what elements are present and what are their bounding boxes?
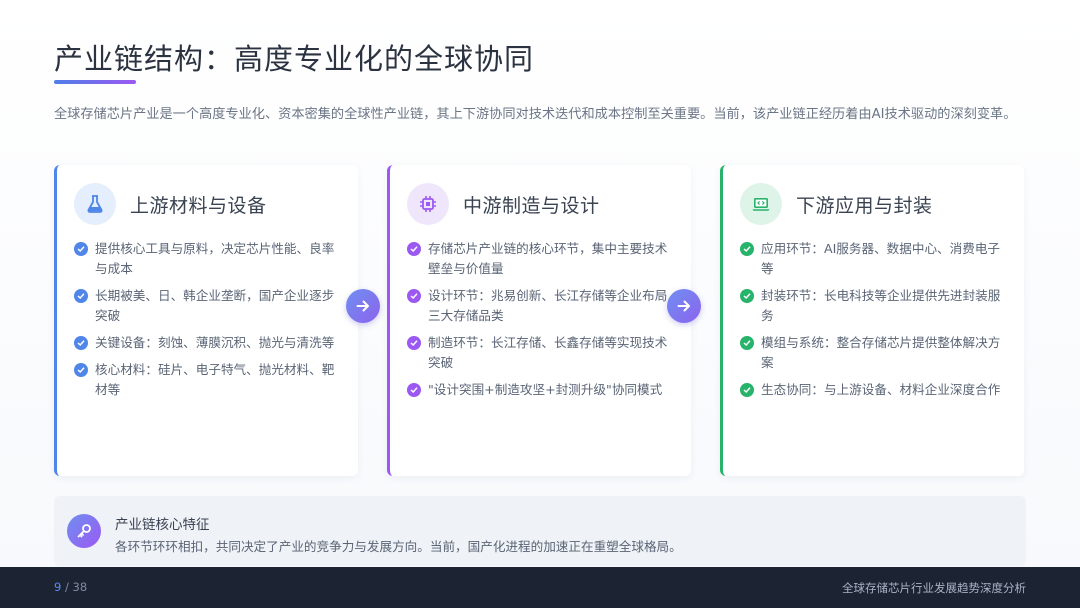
feature-description: 各环节环环相扣，共同决定了产业的竞争力与发展方向。当前，国产化进程的加速正在重塑… xyxy=(115,539,682,554)
page-total: / 38 xyxy=(64,580,88,594)
feature-title: 产业链核心特征 xyxy=(115,517,210,533)
page-current: 9 xyxy=(54,580,62,594)
card-header: 下游应用与封装 xyxy=(740,183,933,225)
list-item-text: 封装环节：长电科技等企业提供先进封装服务 xyxy=(761,288,1001,323)
title-underline xyxy=(54,80,136,84)
list-item: 封装环节：长电科技等企业提供先进封装服务 xyxy=(740,286,1012,326)
page-indicator: 9 / 38 xyxy=(54,580,87,594)
page-title: 产业链结构：高度专业化的全球协同 xyxy=(54,42,535,76)
card-list: 存储芯片产业链的核心环节，集中主要技术壁垒与价值量 设计环节：兆易创新、长江存储… xyxy=(407,239,679,407)
list-item: 生态协同：与上游设备、材料企业深度合作 xyxy=(740,380,1012,400)
chip-icon xyxy=(407,183,449,225)
list-item-text: 制造环节：长江存储、长鑫存储等实现技术突破 xyxy=(428,335,668,370)
check-circle-icon xyxy=(740,336,754,350)
flask-icon xyxy=(74,183,116,225)
list-item: 关键设备：刻蚀、薄膜沉积、抛光与清洗等 xyxy=(74,333,346,353)
card-header: 中游制造与设计 xyxy=(407,183,600,225)
list-item-text: 关键设备：刻蚀、薄膜沉积、抛光与清洗等 xyxy=(95,335,335,350)
card-header: 上游材料与设备 xyxy=(74,183,267,225)
laptop-code-icon xyxy=(740,183,782,225)
list-item-text: 设计环节：兆易创新、长江存储等企业布局三大存储品类 xyxy=(428,288,668,323)
check-circle-icon xyxy=(407,242,421,256)
list-item-text: "设计突围+制造攻坚+封测升级"协同模式 xyxy=(428,382,663,397)
list-item: 模组与系统：整合存储芯片提供整体解决方案 xyxy=(740,333,1012,373)
check-circle-icon xyxy=(74,289,88,303)
list-item: 核心材料：硅片、电子特气、抛光材料、靶材等 xyxy=(74,360,346,400)
core-feature-box: 产业链核心特征 各环节环环相扣，共同决定了产业的竞争力与发展方向。当前，国产化进… xyxy=(54,496,1026,566)
list-item-text: 核心材料：硅片、电子特气、抛光材料、靶材等 xyxy=(95,362,335,397)
card-list: 应用环节：AI服务器、数据中心、消费电子等 封装环节：长电科技等企业提供先进封装… xyxy=(740,239,1012,407)
footer-document-title: 全球存储芯片行业发展趋势深度分析 xyxy=(842,581,1026,595)
check-circle-icon xyxy=(740,383,754,397)
list-item: 应用环节：AI服务器、数据中心、消费电子等 xyxy=(740,239,1012,279)
list-item-text: 提供核心工具与原料，决定芯片性能、良率与成本 xyxy=(95,241,335,276)
list-item-text: 应用环节：AI服务器、数据中心、消费电子等 xyxy=(761,241,1001,276)
card-title: 中游制造与设计 xyxy=(463,194,600,217)
list-item: 存储芯片产业链的核心环节，集中主要技术壁垒与价值量 xyxy=(407,239,679,279)
list-item: 设计环节：兆易创新、长江存储等企业布局三大存储品类 xyxy=(407,286,679,326)
intro-paragraph: 全球存储芯片产业是一个高度专业化、资本密集的全球性产业链，其上下游协同对技术迭代… xyxy=(54,107,1017,122)
list-item: 提供核心工具与原料，决定芯片性能、良率与成本 xyxy=(74,239,346,279)
check-circle-icon xyxy=(74,363,88,377)
key-icon xyxy=(67,514,101,548)
arrow-right-icon xyxy=(667,289,701,323)
card-downstream: 下游应用与封装 应用环节：AI服务器、数据中心、消费电子等 封装环节：长电科技等… xyxy=(720,165,1024,476)
list-item-text: 生态协同：与上游设备、材料企业深度合作 xyxy=(761,382,1001,397)
list-item: "设计突围+制造攻坚+封测升级"协同模式 xyxy=(407,380,679,400)
list-item-text: 长期被美、日、韩企业垄断，国产企业逐步突破 xyxy=(95,288,335,323)
card-list: 提供核心工具与原料，决定芯片性能、良率与成本 长期被美、日、韩企业垄断，国产企业… xyxy=(74,239,346,407)
check-circle-icon xyxy=(740,289,754,303)
card-upstream: 上游材料与设备 提供核心工具与原料，决定芯片性能、良率与成本 长期被美、日、韩企… xyxy=(54,165,358,476)
list-item-text: 模组与系统：整合存储芯片提供整体解决方案 xyxy=(761,335,1001,370)
card-title: 上游材料与设备 xyxy=(130,194,267,217)
list-item: 长期被美、日、韩企业垄断，国产企业逐步突破 xyxy=(74,286,346,326)
check-circle-icon xyxy=(74,336,88,350)
check-circle-icon xyxy=(740,242,754,256)
check-circle-icon xyxy=(407,336,421,350)
list-item: 制造环节：长江存储、长鑫存储等实现技术突破 xyxy=(407,333,679,373)
slide: 产业链结构：高度专业化的全球协同 全球存储芯片产业是一个高度专业化、资本密集的全… xyxy=(0,0,1080,567)
check-circle-icon xyxy=(74,242,88,256)
card-title: 下游应用与封装 xyxy=(796,194,933,217)
check-circle-icon xyxy=(407,383,421,397)
check-circle-icon xyxy=(407,289,421,303)
card-midstream: 中游制造与设计 存储芯片产业链的核心环节，集中主要技术壁垒与价值量 设计环节：兆… xyxy=(387,165,691,476)
footer-bar: 9 / 38 全球存储芯片行业发展趋势深度分析 xyxy=(0,567,1080,608)
arrow-right-icon xyxy=(346,289,380,323)
list-item-text: 存储芯片产业链的核心环节，集中主要技术壁垒与价值量 xyxy=(428,241,668,276)
